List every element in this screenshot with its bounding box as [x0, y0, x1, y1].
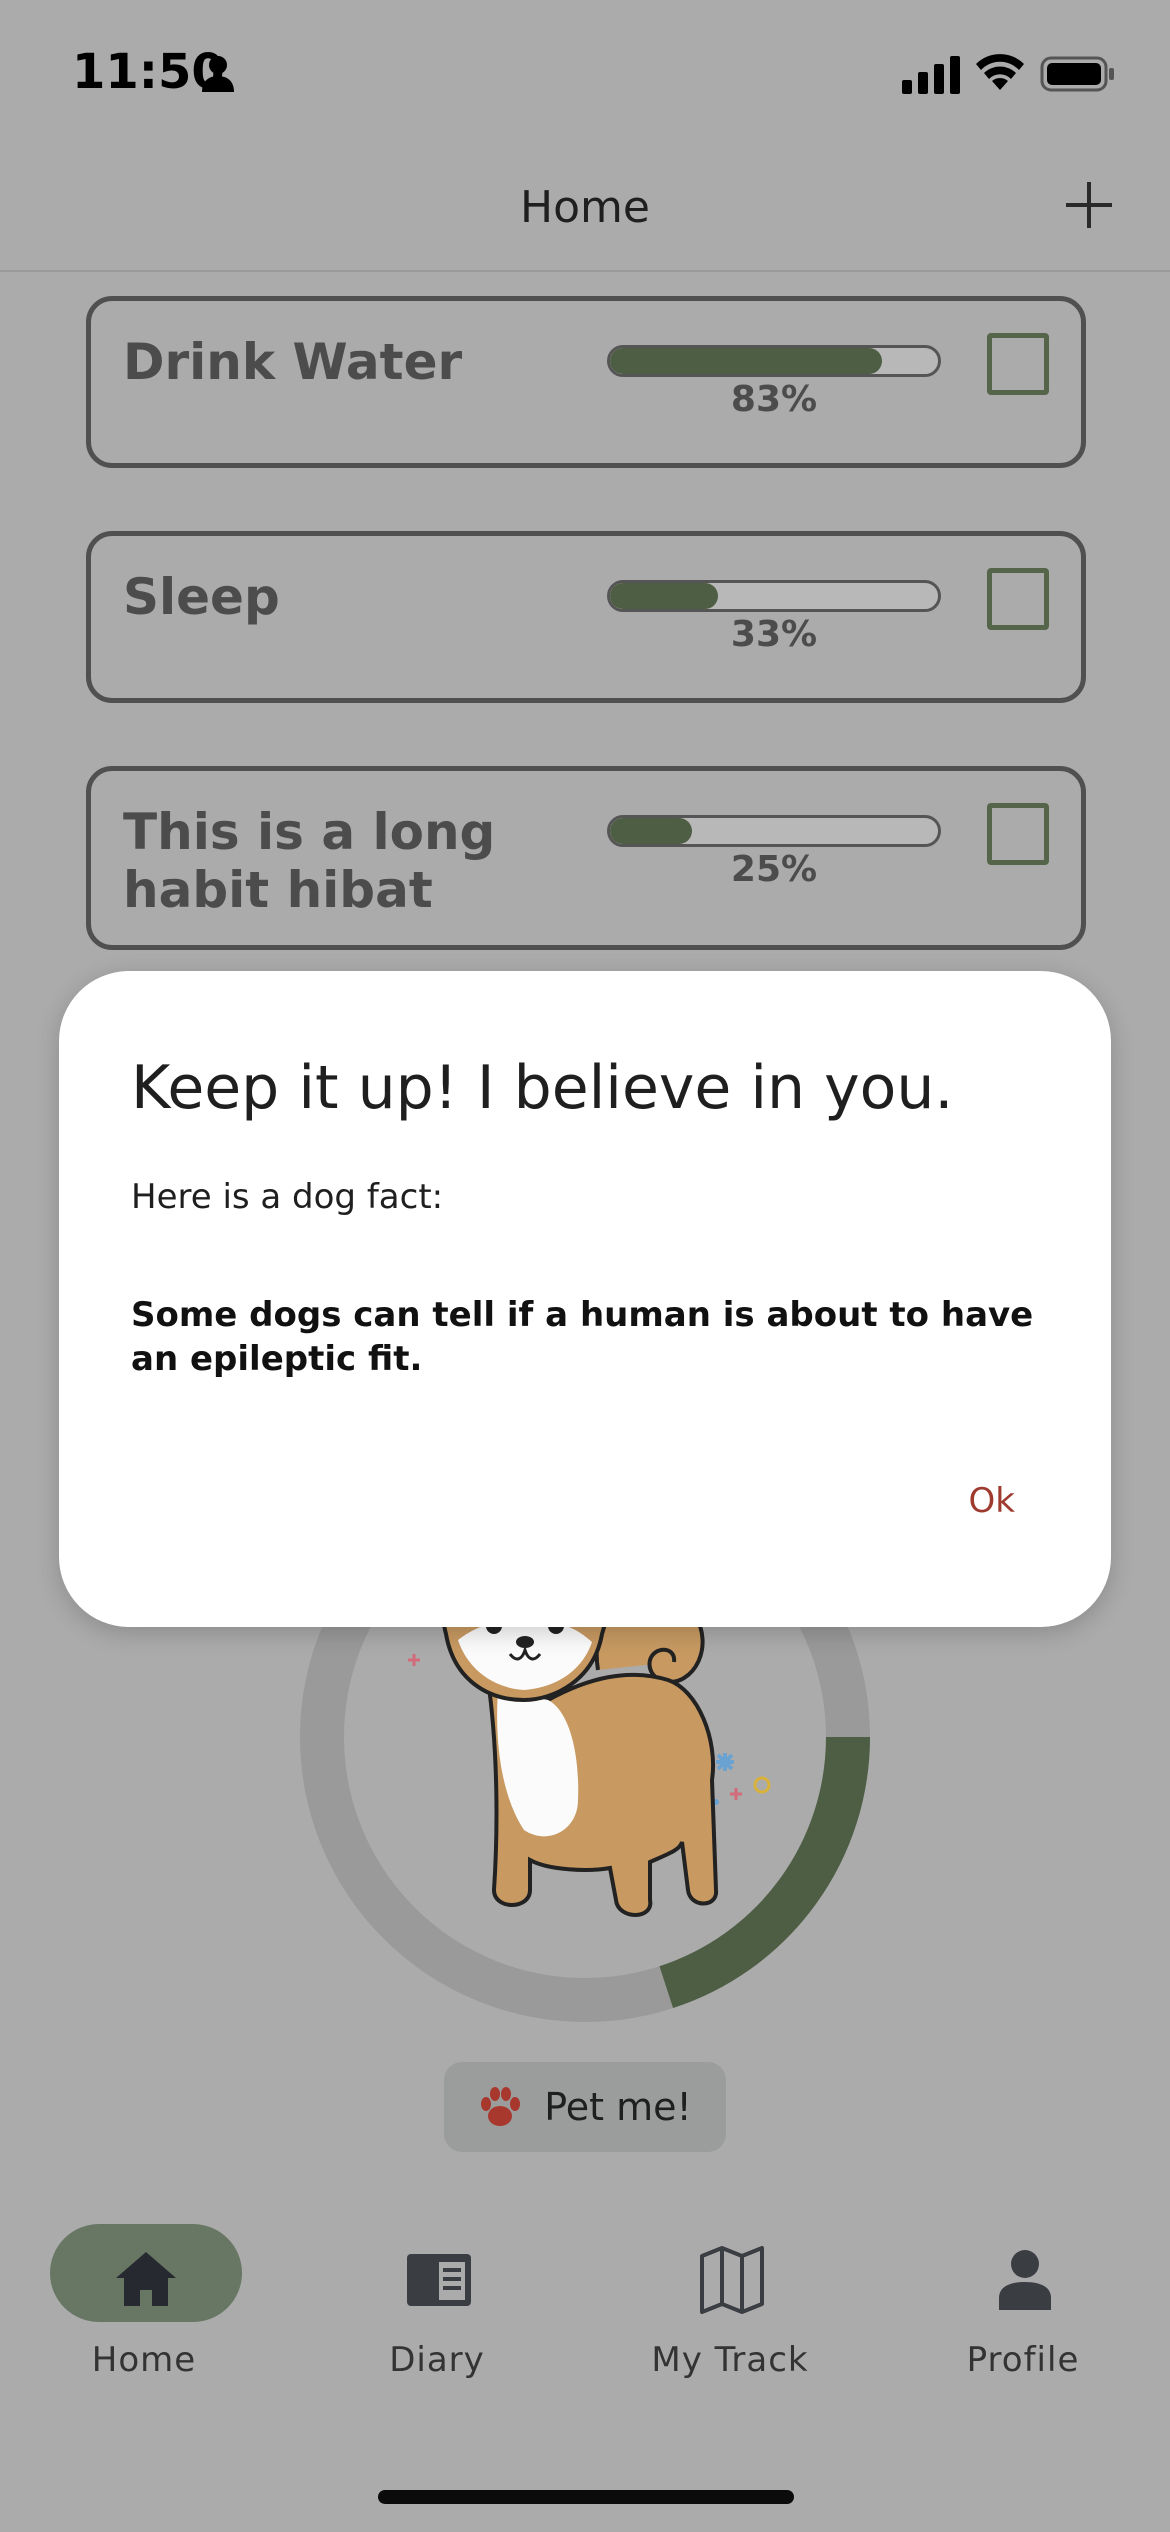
home-icon [116, 2252, 176, 2306]
pet-me-label: Pet me! [544, 2085, 692, 2129]
nav-label-my-track: My Track [651, 2340, 809, 2380]
home-indicator[interactable] [378, 2490, 794, 2504]
dog-fact-text: Some dogs can tell if a human is about t… [131, 1295, 1034, 1379]
person-icon [999, 2250, 1051, 2310]
habit-progress-label: 25% [730, 849, 818, 890]
cellular-signal-icon [902, 56, 960, 94]
battery-icon [1040, 56, 1114, 92]
habit-card[interactable]: Sleep 33% [86, 531, 1086, 703]
page-title: Home [520, 182, 650, 233]
person-status-icon [202, 56, 234, 92]
habit-progress-bar [607, 345, 941, 377]
habit-checkbox[interactable] [987, 568, 1049, 630]
ok-button[interactable]: Ok [969, 1481, 1015, 1521]
status-bar: 11:50 [0, 0, 1170, 140]
habit-checkbox[interactable] [987, 333, 1049, 395]
habit-name: Sleep [123, 568, 280, 626]
pet-me-button[interactable]: Pet me! [444, 2062, 726, 2152]
paw-icon [481, 2087, 521, 2126]
dialog-intro: Here is a dog fact: [131, 1177, 444, 1217]
dialog-title: Keep it up! I believe in you. [131, 1053, 954, 1123]
encouragement-dialog: Keep it up! I believe in you. Here is a … [59, 971, 1111, 1627]
habit-progress-fill [610, 348, 883, 374]
habit-checkbox[interactable] [987, 803, 1049, 865]
nav-item-diary[interactable]: Diary [307, 2224, 567, 2394]
habit-progress-fill [610, 818, 692, 844]
nav-label-profile: Profile [966, 2340, 1080, 2380]
nav-label-diary: Diary [389, 2340, 485, 2380]
nav-item-my-track[interactable]: My Track [600, 2224, 860, 2394]
nav-item-home[interactable]: Home [14, 2224, 274, 2394]
habit-card[interactable]: Drink Water 83% [86, 296, 1086, 468]
diary-icon [407, 2254, 471, 2306]
nav-item-profile[interactable]: Profile [893, 2224, 1153, 2394]
habit-name: This is a long habit hibat [123, 803, 496, 919]
app-header: Home [0, 140, 1170, 272]
habit-progress-label: 33% [730, 614, 818, 655]
nav-label-home: Home [91, 2340, 197, 2380]
habit-progress-fill [610, 583, 719, 609]
habit-progress-bar [607, 815, 941, 847]
wifi-icon [976, 54, 1024, 90]
bottom-navigation: Home Diary My Track Profile [0, 2210, 1170, 2430]
add-habit-button[interactable] [1064, 180, 1114, 230]
habit-progress-label: 83% [730, 379, 818, 420]
map-icon [700, 2246, 764, 2314]
habit-progress-bar [607, 580, 941, 612]
habit-name: Drink Water [123, 333, 463, 391]
habit-card[interactable]: This is a long habit hibat 25% [86, 766, 1086, 950]
